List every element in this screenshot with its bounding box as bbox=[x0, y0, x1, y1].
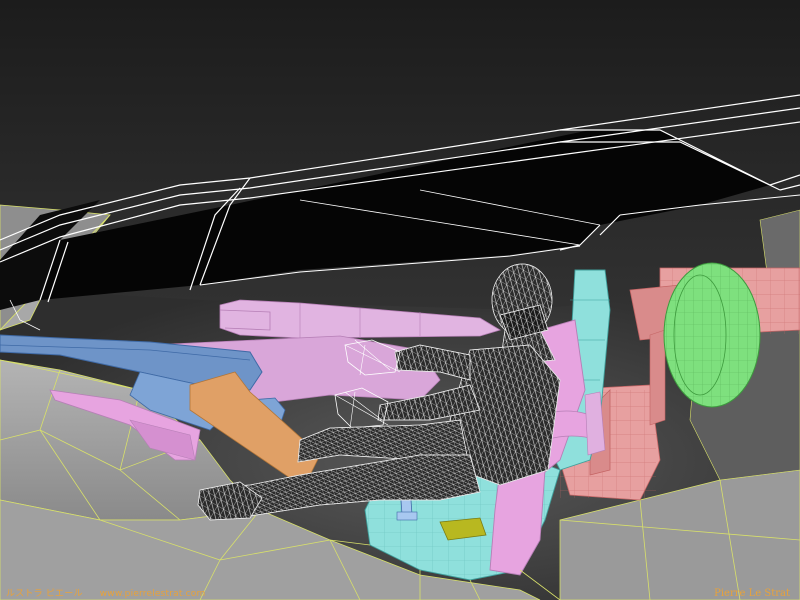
footer-url[interactable]: www.pierrelestrat.com bbox=[100, 589, 206, 599]
footer-kana: ルストラ ピエール bbox=[6, 589, 83, 599]
render-viewport: ルストラ ピエール www.pierrelestrat.com Pierre L… bbox=[0, 0, 800, 600]
footer-author: Pierre Le Strat bbox=[714, 588, 790, 599]
cockpit-render bbox=[0, 0, 800, 600]
green-drum bbox=[663, 262, 761, 408]
footer-left: ルストラ ピエール www.pierrelestrat.com bbox=[6, 586, 219, 599]
footer-bar: ルストラ ピエール www.pierrelestrat.com Pierre L… bbox=[0, 586, 800, 600]
